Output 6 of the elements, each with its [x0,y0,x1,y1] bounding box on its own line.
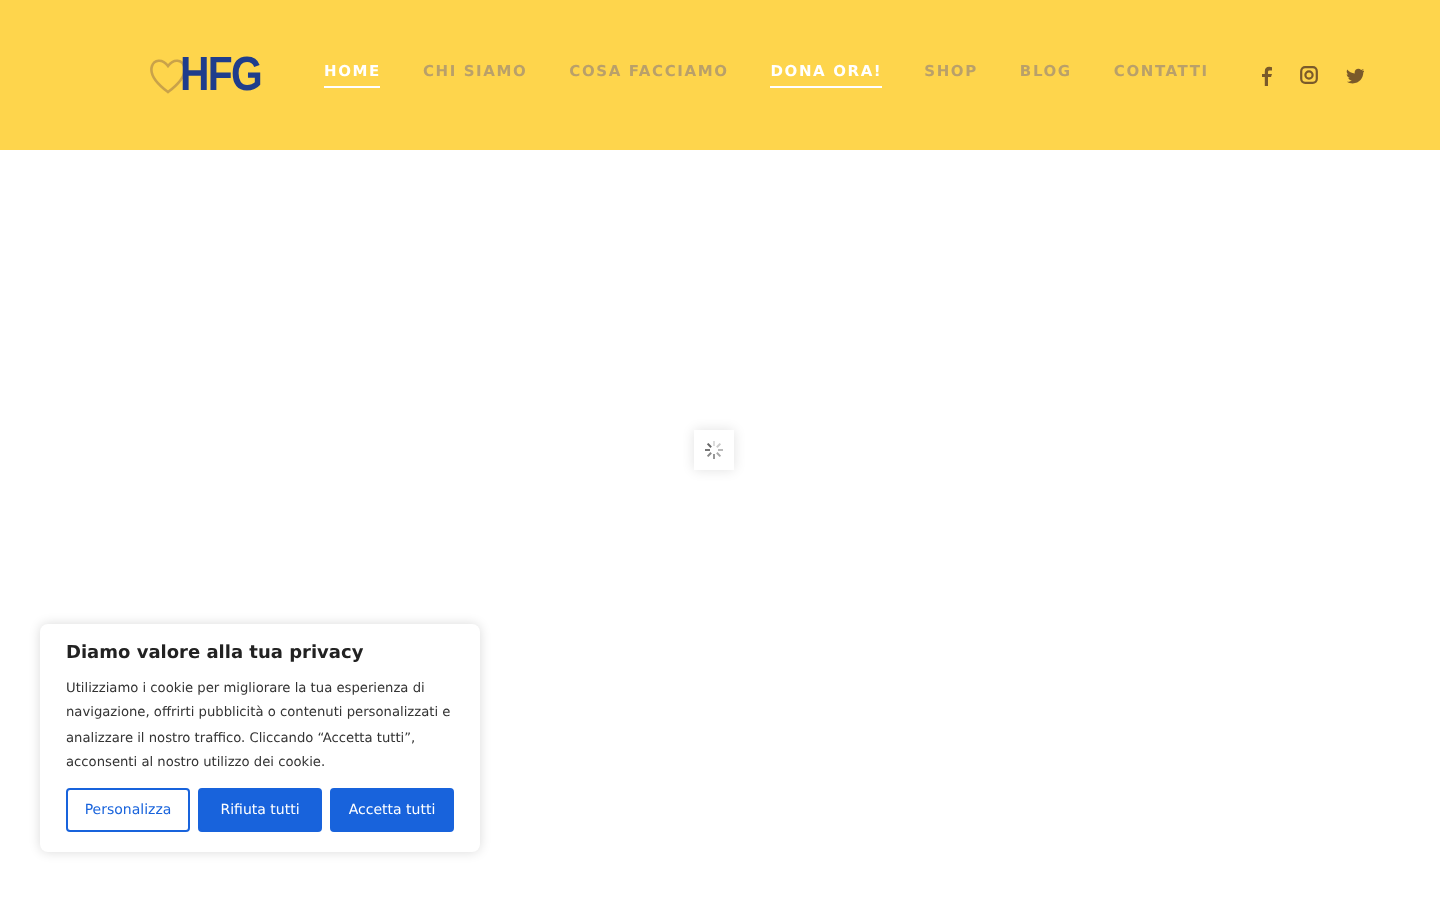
facebook-icon[interactable] [1260,65,1273,85]
banner-title: Diamo valore alla tua privacy [66,644,366,664]
loading-spinner [694,430,734,470]
logo[interactable]: HFG [180,47,262,103]
twitter-icon[interactable] [1346,67,1365,83]
instagram-icon[interactable] [1300,66,1319,84]
